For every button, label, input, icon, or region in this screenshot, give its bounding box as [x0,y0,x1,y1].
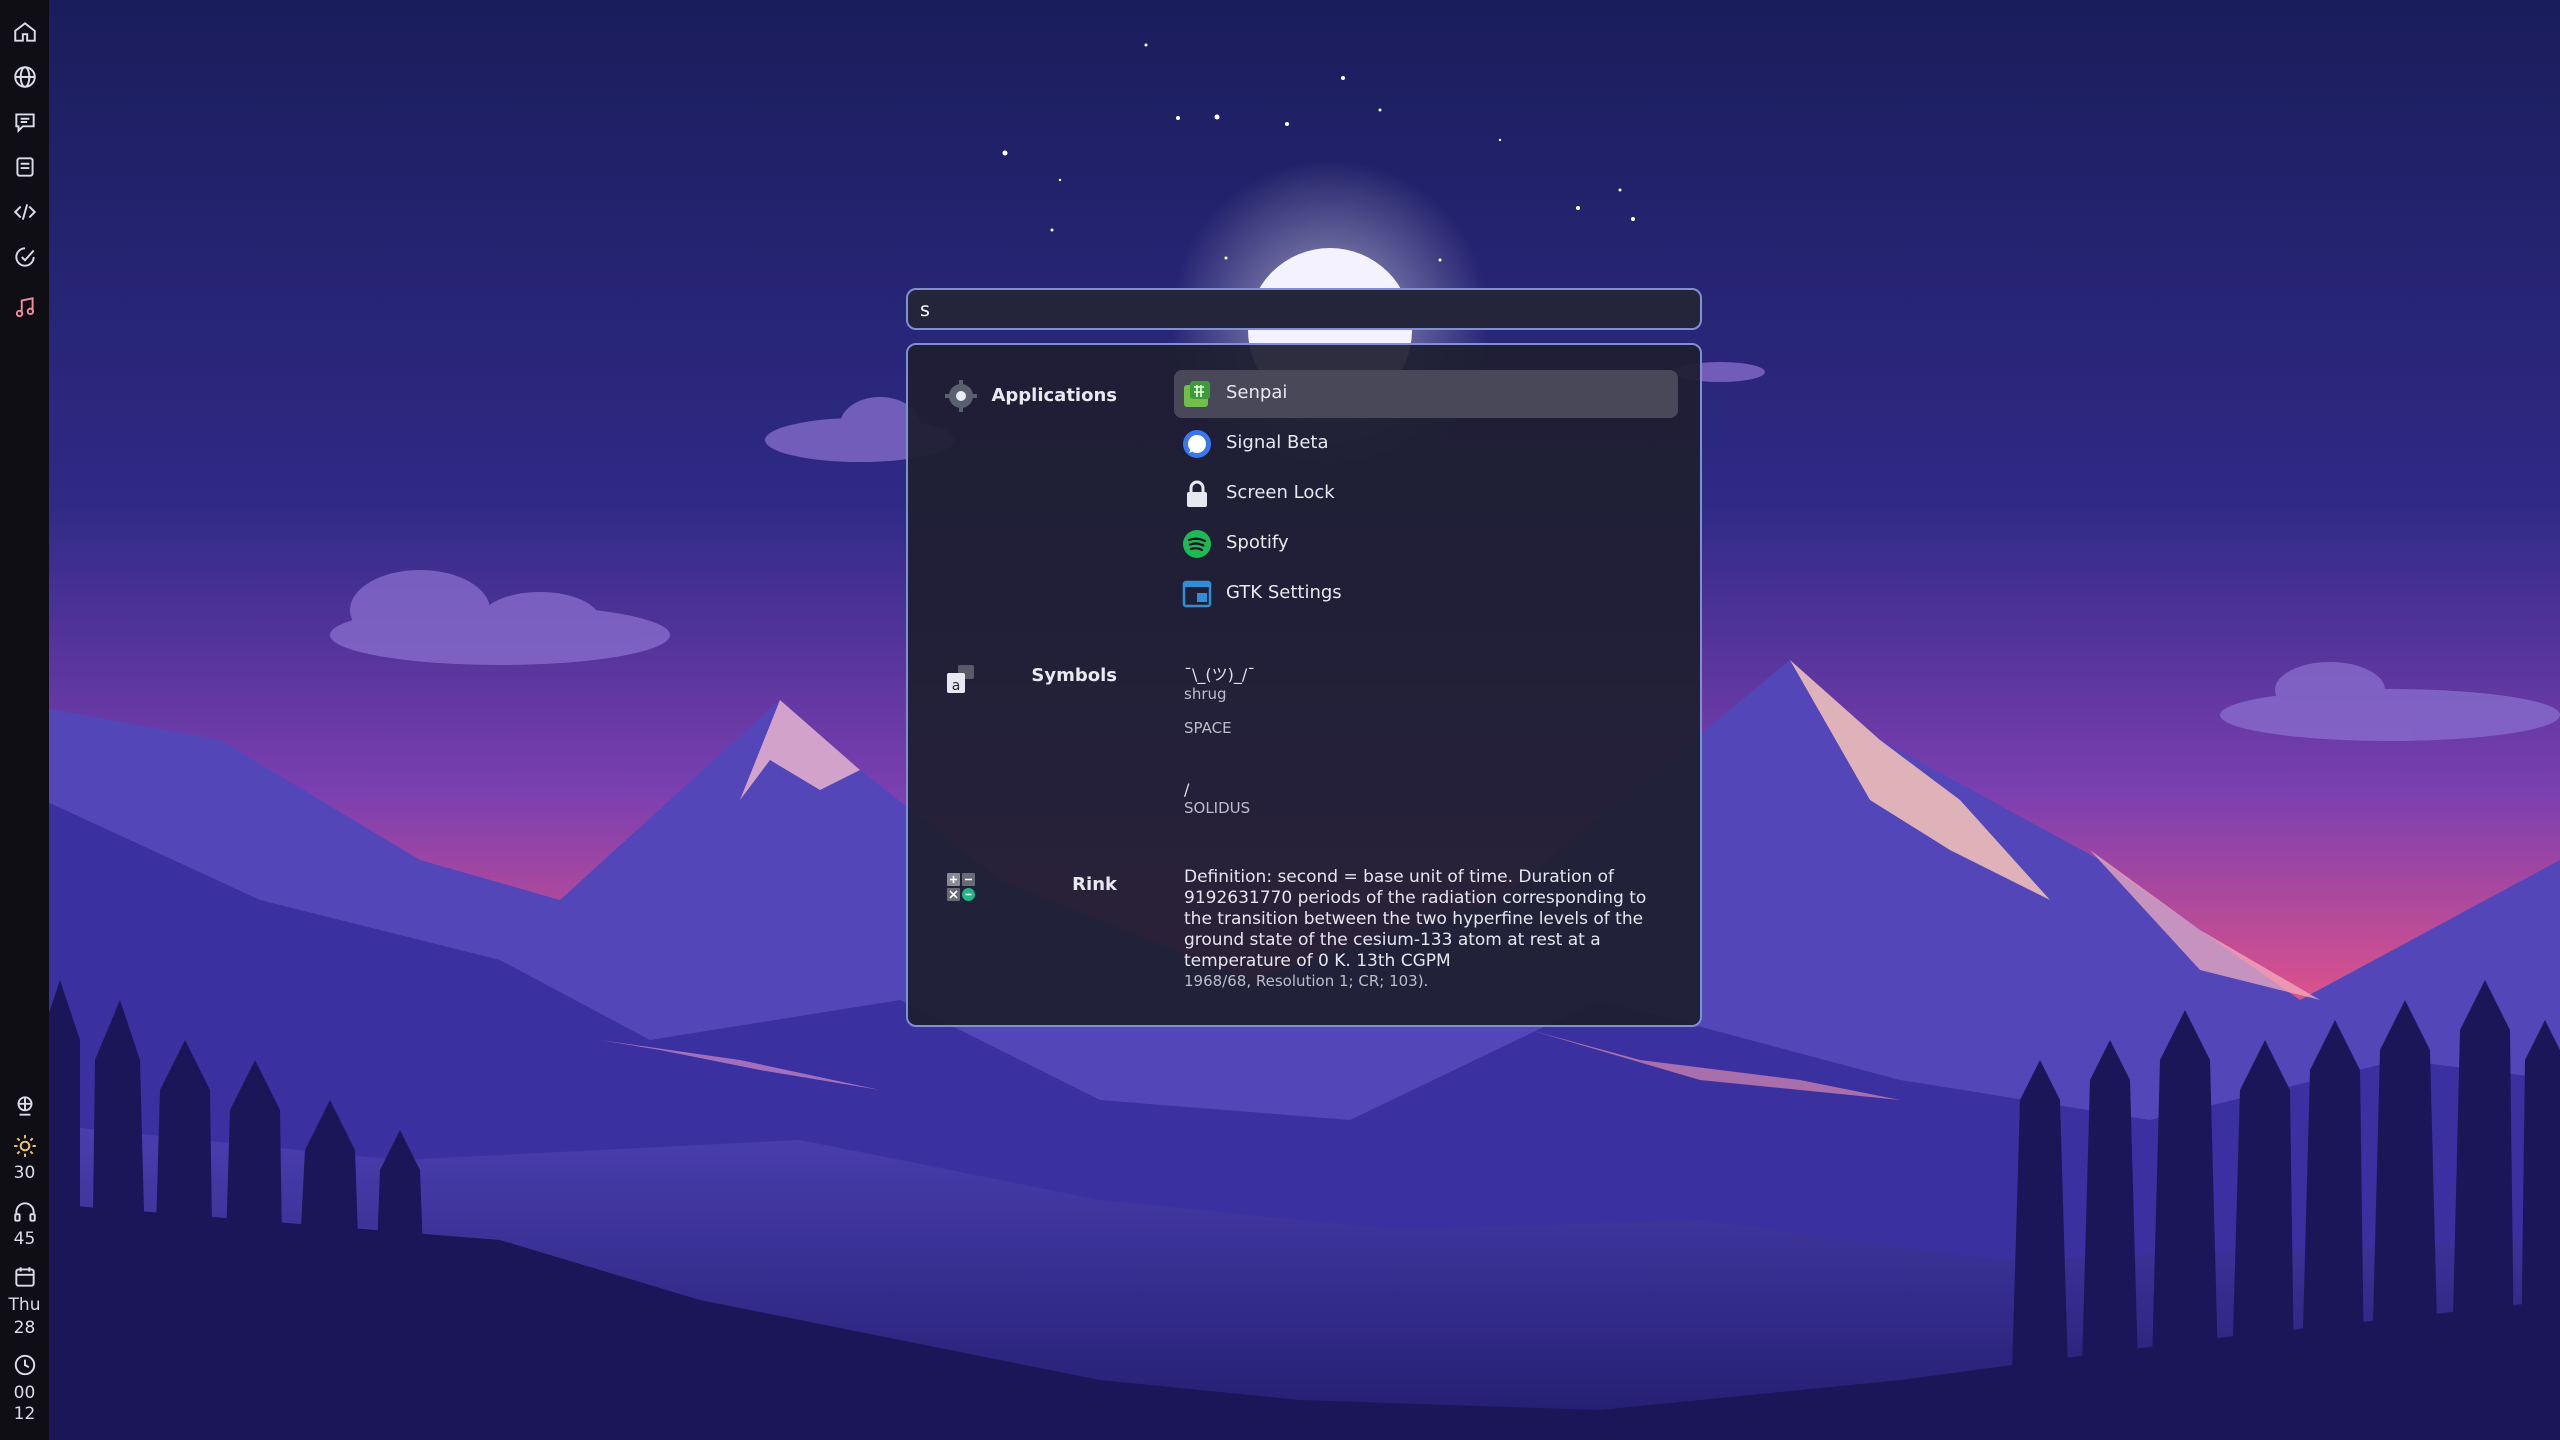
rink-category-label: Rink [1072,874,1117,895]
calculator-icon [944,870,978,904]
left-panel: 30 45 Thu 28 00 12 [0,0,49,1440]
launcher-search-bar[interactable] [906,288,1702,330]
rink-source: 1968/68, Resolution 1; CR; 103). [1184,972,1429,990]
headphones-icon[interactable] [12,1199,38,1225]
app-item-label: Screen Lock [1226,482,1335,503]
clock-minute: 12 [13,1404,36,1424]
app-item-label: Spotify [1226,532,1289,553]
app-item-senpai[interactable]: Senpai [1174,370,1678,418]
gtk-settings-icon [1182,579,1212,609]
rink-result[interactable]: Definition: second = base unit of time. … [1184,867,1674,990]
volume-value: 45 [13,1229,36,1249]
app-item-gtk-settings[interactable]: GTK Settings [1174,570,1678,618]
brightness-icon[interactable] [12,1133,38,1159]
symbol-name: shrug [1184,685,1227,703]
signal-icon [1182,429,1212,459]
symbol-name: SPACE [1184,719,1232,737]
clock-hour: 00 [13,1383,36,1403]
symbols-category-icon: a [944,663,978,697]
rink-definition: Definition: second = base unit of time. … [1184,867,1647,971]
applications-category-icon [944,379,978,413]
search-input[interactable] [920,296,1680,324]
symbol-item-solidus[interactable]: / SOLIDUS [1184,780,1250,817]
symbol-item-space[interactable]: SPACE [1184,719,1232,737]
lock-icon [1182,479,1212,509]
music-icon[interactable] [12,294,38,320]
clock-icon[interactable] [12,1352,38,1378]
symbols-category-label: Symbols [1031,665,1117,686]
symbol-glyph: ¯\_(ツ)_/¯ [1184,665,1256,684]
symbol-item-shrug[interactable]: ¯\_(ツ)_/¯ shrug [1184,661,1255,703]
app-item-label: Signal Beta [1226,432,1329,453]
calendar-icon[interactable] [12,1264,38,1290]
symbol-name: SOLIDUS [1184,799,1251,817]
code-icon[interactable] [12,199,38,225]
symbol-glyph: / [1184,780,1190,799]
app-item-screen-lock[interactable]: Screen Lock [1174,470,1678,518]
network-icon[interactable] [12,1093,38,1119]
applications-category-label: Applications [991,385,1117,406]
svg-text:a: a [952,678,961,694]
notes-icon[interactable] [12,154,38,180]
spotify-icon [1182,529,1212,559]
brightness-value: 30 [13,1163,36,1183]
globe-icon[interactable] [12,64,38,90]
activity-icon[interactable] [12,244,38,270]
launcher-results-panel: Applications Senpai Signal Beta Screen L… [906,343,1702,1027]
day-number: 28 [13,1318,36,1338]
app-item-spotify[interactable]: Spotify [1174,520,1678,568]
app-item-label: GTK Settings [1226,582,1342,603]
senpai-icon [1182,379,1212,409]
day-name: Thu [8,1295,41,1315]
app-item-label: Senpai [1226,382,1288,403]
home-icon[interactable] [12,19,38,45]
app-item-signal-beta[interactable]: Signal Beta [1174,420,1678,468]
chat-icon[interactable] [12,109,38,135]
